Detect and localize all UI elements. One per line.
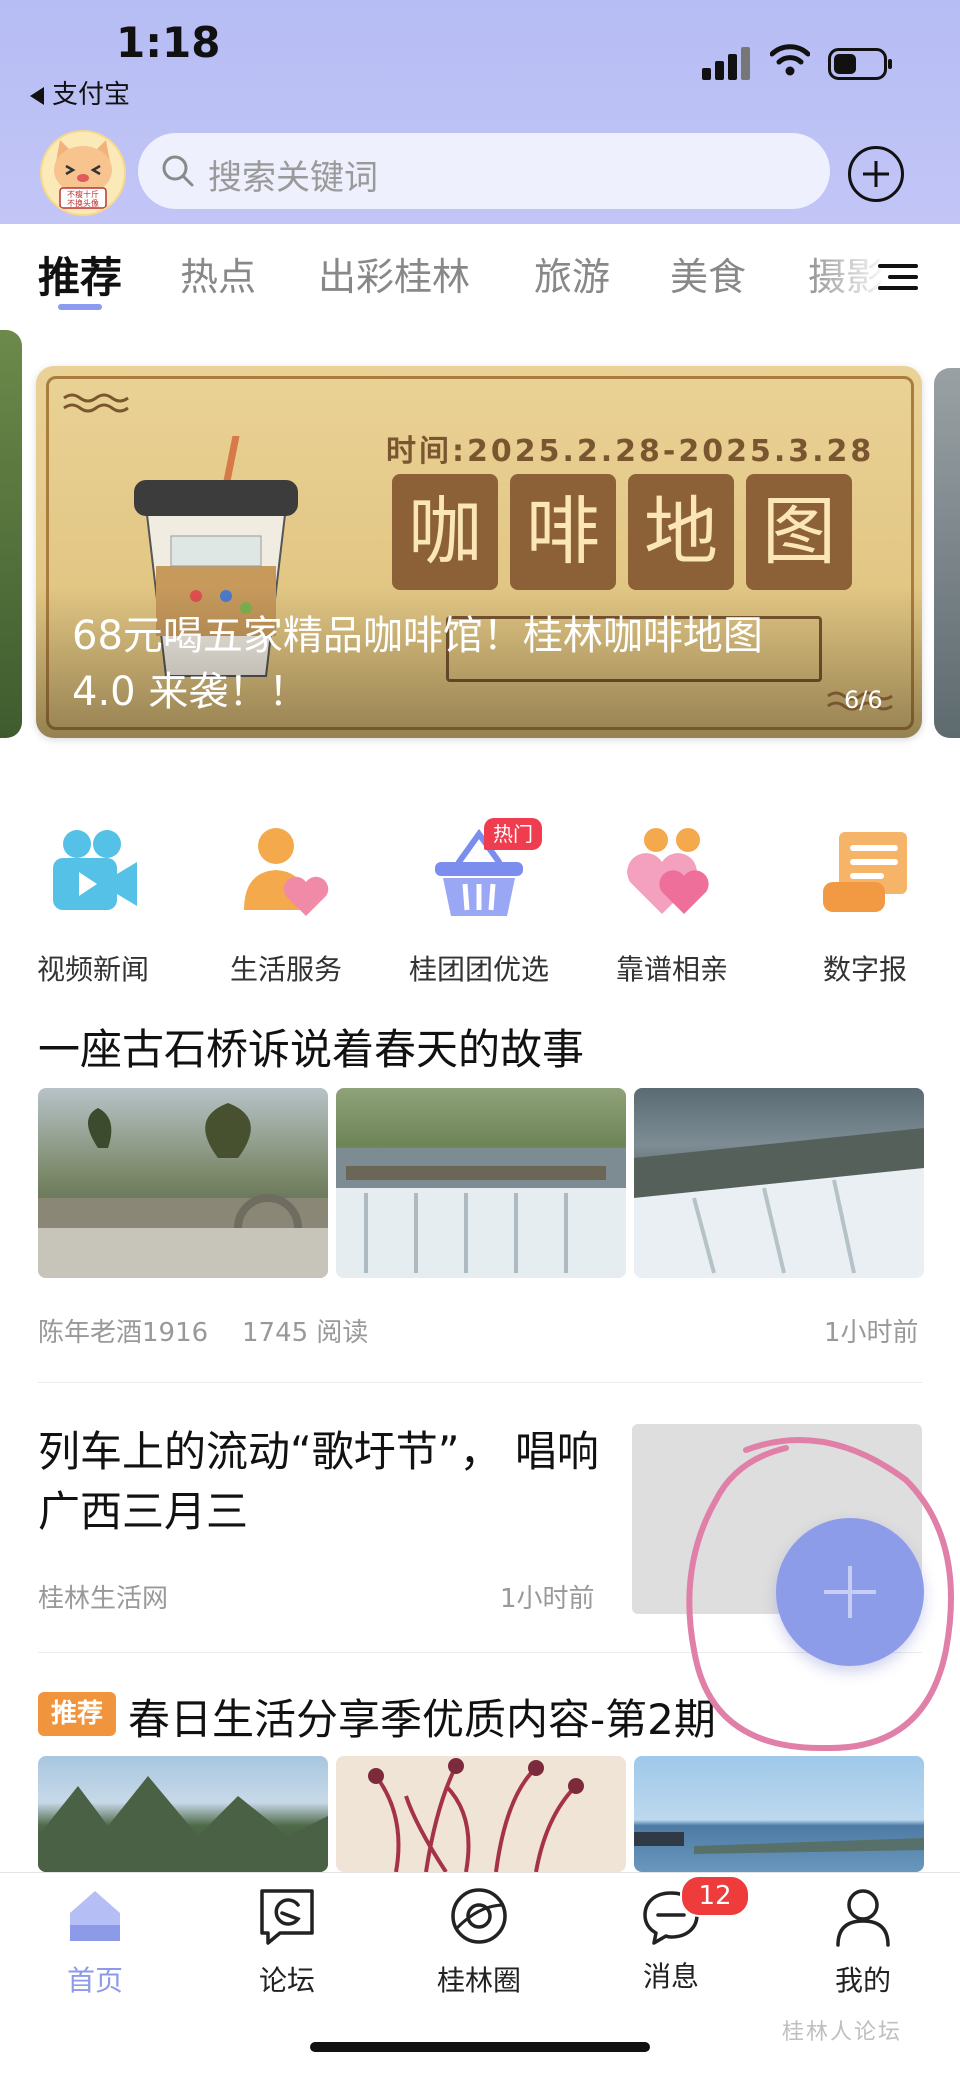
search-placeholder: 搜索关键词 xyxy=(208,158,378,198)
status-time: 1:18 xyxy=(116,18,221,67)
person-heart-icon xyxy=(244,828,329,916)
nav-me[interactable]: 我的 xyxy=(788,1885,938,1999)
quick-link-life-service[interactable]: 生活服务 xyxy=(211,822,361,988)
article-thumbnail[interactable] xyxy=(336,1756,626,1872)
nav-forum[interactable]: 论坛 xyxy=(212,1885,362,1999)
nav-guilin-circle[interactable]: 桂林圈 xyxy=(404,1885,554,1999)
banner-title-char-3: 地 xyxy=(628,474,734,590)
recommend-tag: 推荐 xyxy=(38,1692,116,1736)
quick-link-label: 生活服务 xyxy=(229,953,342,986)
nav-label: 首页 xyxy=(66,1964,123,1997)
battery-icon xyxy=(828,48,892,80)
nav-messages[interactable]: 12 消息 xyxy=(596,1875,750,1995)
article-title[interactable]: 春日生活分享季优质内容-第2期 xyxy=(128,1686,716,1747)
quick-link-group-buy[interactable]: 热门 桂团团优选 xyxy=(404,818,554,988)
article-thumbnail[interactable] xyxy=(38,1088,328,1278)
quick-link-digital-paper[interactable]: 数字报 xyxy=(790,822,940,988)
menu-icon[interactable] xyxy=(878,262,918,292)
back-app-label: 支付宝 xyxy=(52,80,131,110)
banner-carousel[interactable]: 时间:2025.2.28-2025.3.28 咖 啡 地 图 68元喝五家精品咖… xyxy=(36,366,922,738)
carousel-next-peek[interactable] xyxy=(934,368,960,738)
hand-drawn-circle-annotation xyxy=(686,1437,954,1752)
video-camera-icon xyxy=(53,830,137,910)
article-title[interactable]: 一座古石桥诉说着春天的故事 xyxy=(38,1016,584,1077)
active-tab-indicator xyxy=(58,304,102,310)
nav-label: 桂林圈 xyxy=(436,1964,521,1997)
nav-label: 消息 xyxy=(642,1960,699,1993)
tab-recommend[interactable]: 推荐 xyxy=(38,244,122,305)
nav-home[interactable]: 首页 xyxy=(20,1885,170,1999)
article-thumbnail[interactable] xyxy=(634,1756,924,1872)
banner-date: 时间:2025.2.28-2025.3.28 xyxy=(386,434,875,469)
scroll-icon xyxy=(823,832,907,912)
quick-link-label: 靠谱相亲 xyxy=(615,953,728,986)
article-thumbnail[interactable] xyxy=(634,1088,924,1278)
add-post-button[interactable] xyxy=(848,146,904,202)
back-to-app-link[interactable]: 支付宝 xyxy=(30,74,130,111)
home-indicator[interactable] xyxy=(310,2042,650,2052)
hot-badge: 热门 xyxy=(484,818,542,850)
home-icon xyxy=(70,1891,120,1941)
watermark: 桂林人论坛 xyxy=(782,2020,903,2045)
search-input[interactable]: 搜索关键词 xyxy=(138,133,830,209)
unread-badge: 12 xyxy=(680,1875,750,1917)
tab-hot[interactable]: 热点 xyxy=(180,246,256,301)
article-thumbnail[interactable] xyxy=(336,1088,626,1278)
user-icon xyxy=(836,1889,890,1947)
quick-link-dating[interactable]: 靠谱相亲 xyxy=(597,822,747,988)
cellular-signal-icon xyxy=(702,46,750,80)
article-source[interactable]: 桂林生活网 xyxy=(38,1578,168,1615)
carousel-prev-peek[interactable] xyxy=(0,330,22,738)
planet-icon xyxy=(451,1888,507,1944)
carousel-counter: 6/6 xyxy=(844,686,883,714)
banner-title-char-1: 咖 xyxy=(392,474,498,590)
article-time: 1小时前 xyxy=(500,1584,595,1614)
quick-link-label: 数字报 xyxy=(822,953,907,986)
avatar-text-1: 不瘦十斤 xyxy=(67,189,99,199)
nav-label: 我的 xyxy=(834,1964,891,1997)
quick-link-label: 视频新闻 xyxy=(36,953,149,986)
wifi-icon xyxy=(770,44,810,76)
divider xyxy=(38,1382,922,1383)
category-tabs: 推荐 热点 出彩桂林 旅游 美食 摄影 xyxy=(0,224,960,324)
banner-title-char-4: 图 xyxy=(746,474,852,590)
article-title[interactable]: 列车上的流动“歌圩节”， 唱响广西三月三 xyxy=(38,1422,618,1542)
back-arrow-icon xyxy=(30,86,44,105)
user-avatar[interactable]: 不瘦十斤 不换头像 xyxy=(40,130,126,216)
nav-label: 论坛 xyxy=(258,1964,315,1997)
search-icon xyxy=(162,155,194,187)
article-thumbnail[interactable] xyxy=(38,1756,328,1872)
tab-food[interactable]: 美食 xyxy=(670,246,746,301)
banner-title-char-2: 啡 xyxy=(510,474,616,590)
tab-travel[interactable]: 旅游 xyxy=(534,246,610,301)
article-read-count: 1745 阅读 xyxy=(242,1318,369,1348)
forum-chat-icon xyxy=(260,1889,314,1945)
banner-caption: 68元喝五家精品咖啡馆！桂林咖啡地图 4.0 来袭！！ xyxy=(72,613,763,715)
article-time: 1小时前 xyxy=(824,1318,919,1348)
tab-guilin[interactable]: 出彩桂林 xyxy=(318,246,470,301)
wave-decoration-icon xyxy=(63,393,129,413)
avatar-text-2: 不换头像 xyxy=(67,198,99,208)
quick-link-label: 桂团团优选 xyxy=(408,953,549,986)
quick-link-video-news[interactable]: 视频新闻 xyxy=(18,822,168,988)
double-heart-icon xyxy=(627,828,709,914)
article-author[interactable]: 陈年老酒1916 xyxy=(38,1312,208,1349)
